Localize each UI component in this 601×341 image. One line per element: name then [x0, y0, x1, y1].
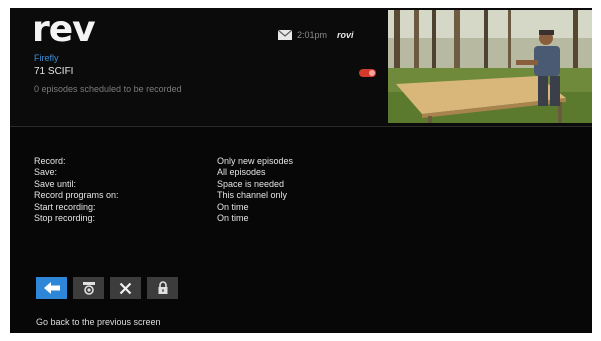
recording-settings: Record: Only new episodes Save: All epis…	[34, 156, 293, 224]
record-toggle[interactable]	[359, 69, 376, 77]
program-header: rev 2:01pm rovi Firefly 71 SCIFI 0 episo…	[10, 8, 592, 126]
tv-screen: rev 2:01pm rovi Firefly 71 SCIFI 0 episo…	[10, 8, 592, 333]
setting-label: Save until:	[34, 178, 77, 189]
action-hint: Go back to the previous screen	[36, 317, 161, 327]
video-scene	[388, 10, 592, 123]
schedule-record-button[interactable]	[73, 277, 104, 299]
action-toolbar	[36, 277, 178, 299]
setting-value: Only new episodes	[217, 156, 294, 166]
status-area: 2:01pm rovi	[278, 28, 354, 42]
delete-button[interactable]	[110, 277, 141, 299]
setting-row-start-recording[interactable]: Start recording: On time	[34, 202, 293, 213]
back-button[interactable]	[36, 277, 67, 299]
header-divider	[10, 126, 592, 127]
setting-row-save[interactable]: Save: All episodes	[34, 167, 293, 178]
rev-logo: rev	[32, 9, 96, 50]
back-arrow-icon	[43, 282, 60, 294]
setting-label: Stop recording:	[34, 212, 96, 223]
live-video-preview[interactable]	[388, 10, 592, 123]
setting-value: On time	[217, 201, 249, 212]
schedule-record-icon	[82, 282, 95, 295]
mail-icon	[278, 30, 292, 40]
schedule-note: 0 episodes scheduled to be recorded	[34, 84, 182, 94]
setting-label: Save:	[34, 167, 58, 178]
lock-button[interactable]	[147, 277, 178, 299]
setting-row-record[interactable]: Record: Only new episodes	[34, 156, 293, 167]
clock: 2:01pm	[297, 30, 328, 40]
setting-row-save-until[interactable]: Save until: Space is needed	[34, 179, 293, 190]
setting-value: All episodes	[217, 167, 266, 178]
setting-value: Space is needed	[217, 178, 285, 189]
setting-value: This channel only	[217, 190, 288, 201]
setting-label: Record:	[34, 156, 66, 166]
channel-label: 71 SCIFI	[34, 66, 74, 77]
setting-label: Record programs on:	[34, 190, 119, 201]
setting-label: Start recording:	[34, 201, 96, 212]
setting-row-record-programs-on[interactable]: Record programs on: This channel only	[34, 190, 293, 201]
brand-logo: rovi	[337, 30, 354, 40]
setting-value: On time	[217, 212, 249, 223]
setting-row-stop-recording[interactable]: Stop recording: On time	[34, 213, 293, 224]
close-icon	[119, 282, 132, 294]
lock-icon	[158, 281, 167, 294]
program-title: Firefly	[34, 53, 59, 63]
